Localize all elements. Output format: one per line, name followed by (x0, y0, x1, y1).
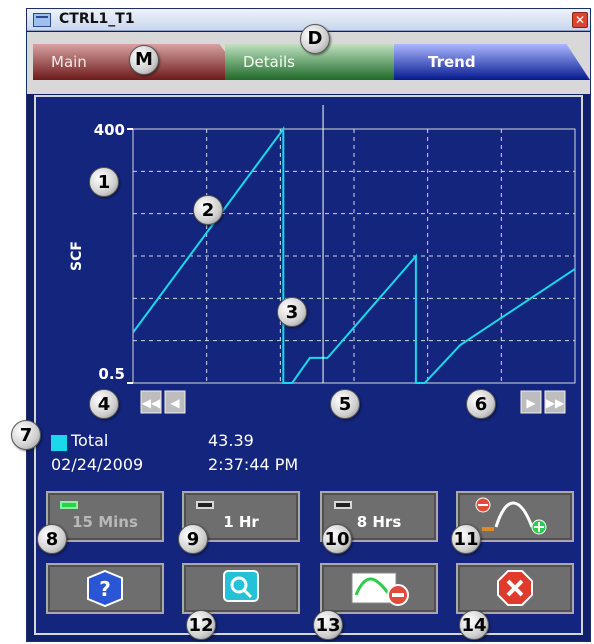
app-window: CTRL1_T1 ✕ Main Details Trend 400 0.5 SCF ◀… (26, 8, 591, 642)
legend-time: 2:37:44 PM (208, 455, 299, 474)
zoom-button[interactable] (182, 563, 300, 614)
callout-4: 4 (89, 389, 119, 419)
callout-10: 10 (322, 524, 352, 554)
zoom-icon (223, 570, 259, 602)
scroll-back-icon: ◀ (170, 396, 180, 410)
y-tick-label-bottom: 0.5 (98, 365, 125, 383)
scroll-first-icon: ◀◀ (142, 396, 161, 410)
legend-date: 02/24/2009 (51, 455, 144, 474)
scroll-forward-icon: ▶ (526, 396, 536, 410)
15-mins-label: 15 Mins (72, 513, 138, 531)
tab-main-label: Main (51, 53, 87, 71)
callout-8: 8 (37, 524, 67, 554)
callout-1: 1 (89, 167, 119, 197)
callout-D: D (300, 24, 330, 54)
y-axis-label: SCF (69, 241, 85, 271)
svg-text:?: ? (99, 577, 111, 601)
callout-11: 11 (451, 524, 481, 554)
scroll-first-button[interactable]: ◀◀ (140, 390, 162, 414)
indicator-led-off (334, 501, 352, 509)
clear-trend-button[interactable] (320, 563, 438, 614)
callout-13: 13 (313, 610, 343, 640)
callout-2: 2 (193, 195, 223, 225)
help-icon: ? (87, 569, 123, 608)
window-icon (33, 13, 51, 27)
legend-total-label: Total (71, 431, 109, 450)
indicator-led-on (60, 501, 78, 509)
callout-3: 3 (277, 297, 307, 327)
callout-12: 12 (186, 610, 216, 640)
callout-9: 9 (178, 524, 208, 554)
window-title: CTRL1_T1 (59, 11, 135, 27)
close-icon (497, 570, 533, 606)
callout-M: M (129, 45, 159, 75)
tab-trend[interactable]: Trend (394, 44, 590, 80)
total-color-swatch (51, 435, 67, 451)
clear-trend-icon (351, 572, 409, 606)
scroll-last-button[interactable]: ▶▶ (544, 390, 566, 414)
callout-14: 14 (459, 610, 489, 640)
help-button[interactable]: ? (46, 563, 164, 614)
callout-6: 6 (466, 389, 496, 419)
legend-total-value: 43.39 (208, 431, 254, 450)
scroll-last-icon: ▶▶ (546, 396, 565, 410)
tab-trend-label: Trend (428, 53, 476, 71)
indicator-led-off (196, 501, 214, 509)
scroll-back-button[interactable]: ◀ (164, 390, 186, 414)
callout-7: 7 (11, 420, 41, 450)
tab-details-label: Details (243, 53, 296, 71)
scroll-forward-button[interactable]: ▶ (520, 390, 542, 414)
y-tick-label-top: 400 (94, 121, 125, 139)
close-screen-button[interactable] (456, 563, 574, 614)
close-window-button[interactable]: ✕ (572, 12, 588, 28)
callout-5: 5 (330, 389, 360, 419)
